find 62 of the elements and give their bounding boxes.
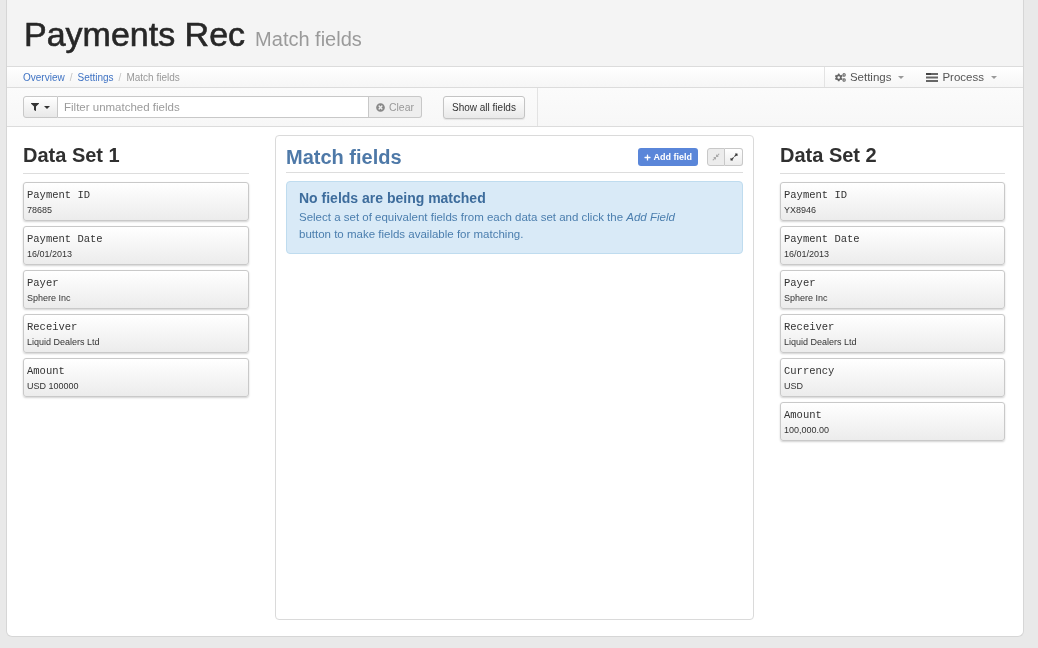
field-label: Payer xyxy=(27,276,60,290)
data-set-heading: Data Set 2 xyxy=(780,143,1005,174)
caret-icon xyxy=(898,75,905,79)
field-card[interactable]: Payer Sphere Inc xyxy=(23,270,249,309)
field-label: Amount xyxy=(27,364,66,378)
data-set-heading: Data Set 1 xyxy=(23,143,249,174)
list-icon xyxy=(926,72,939,82)
page-subtitle: Match fields xyxy=(255,27,362,51)
field-value: YX8946 xyxy=(784,205,818,216)
show-all-fields-button[interactable]: Show all fields xyxy=(443,95,525,119)
field-value: Sphere Inc xyxy=(784,293,829,304)
filter-dropdown-button[interactable] xyxy=(23,96,58,118)
caret-icon xyxy=(991,75,997,79)
filter-field[interactable]: Filter unmatched fields xyxy=(58,96,369,118)
field-value: Liquid Dealers Ltd xyxy=(784,337,858,348)
add-field-button[interactable]: Add field xyxy=(637,148,698,166)
field-card[interactable]: Payer Sphere Inc xyxy=(780,270,1005,309)
field-label: Payment Date xyxy=(784,232,861,246)
breadcrumb-current-page: Match fields xyxy=(126,71,180,83)
field-card[interactable]: Receiver Liquid Dealers Ltd xyxy=(780,314,1005,353)
field-label: Payment Date xyxy=(27,232,104,246)
field-value: USD xyxy=(784,381,804,392)
field-card[interactable]: Currency USD xyxy=(780,358,1005,397)
field-card[interactable]: Payment ID 78685 xyxy=(23,182,249,221)
field-card[interactable]: Receiver Liquid Dealers Ltd xyxy=(23,314,249,353)
caret-icon xyxy=(44,105,50,109)
field-value: 78685 xyxy=(27,205,54,216)
field-label: Receiver xyxy=(784,320,836,334)
clear-icon xyxy=(375,102,385,112)
field-value: 100,000.00 xyxy=(784,425,831,436)
field-label: Receiver xyxy=(27,320,79,334)
menu-dropdown[interactable]: Process xyxy=(918,67,1005,87)
field-card[interactable]: Amount USD 100000 xyxy=(23,358,249,397)
expand-button[interactable] xyxy=(725,148,743,166)
compress-icon xyxy=(712,153,720,161)
panel-title: Match fields xyxy=(286,146,403,168)
breadcrumb-separator: / xyxy=(118,71,122,83)
breadcrumb-link[interactable]: Overview xyxy=(23,71,65,83)
field-card[interactable]: Payment Date 16/01/2013 xyxy=(780,226,1005,265)
expand-icon xyxy=(729,153,738,161)
field-card[interactable]: Amount 100,000.00 xyxy=(780,402,1005,441)
field-label: Currency xyxy=(784,364,836,378)
field-value: USD 100000 xyxy=(27,381,80,392)
menu-dropdown[interactable]: Settings xyxy=(826,67,913,87)
alert-heading: No fields are being matched xyxy=(299,189,487,207)
field-value: 16/01/2013 xyxy=(27,249,74,260)
field-value: Sphere Inc xyxy=(27,293,72,304)
breadcrumb-link[interactable]: Settings xyxy=(77,71,114,83)
field-value: Liquid Dealers Ltd xyxy=(27,337,101,348)
field-label: Payment ID xyxy=(784,188,848,202)
field-label: Payer xyxy=(784,276,817,290)
field-label: Payment ID xyxy=(27,188,91,202)
filter-icon xyxy=(31,103,39,111)
field-card[interactable]: Payment Date 16/01/2013 xyxy=(23,226,249,265)
breadcrumb-separator: / xyxy=(69,71,73,83)
page-title: Payments Rec xyxy=(24,14,246,54)
gears-icon xyxy=(834,71,846,83)
plus-icon xyxy=(643,153,651,161)
alert-text: Select a set of equivalent fields from each data set and click the Add Field button to make fields available for matching. xyxy=(299,210,676,242)
field-value: 16/01/2013 xyxy=(784,249,831,260)
field-card[interactable]: Payment ID YX8946 xyxy=(780,182,1005,221)
field-label: Amount xyxy=(784,408,823,422)
